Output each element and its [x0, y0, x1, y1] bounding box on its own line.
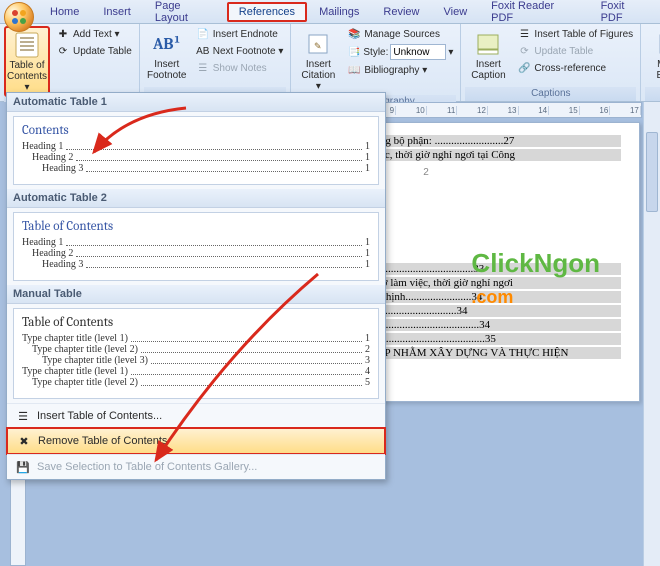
toc-gallery-dropdown: Automatic Table 1 ContentsHeading 11Headi…: [6, 92, 386, 480]
toc-section-auto2: Automatic Table 2: [7, 189, 385, 208]
toc-preview-card[interactable]: Table of ContentsType chapter title (lev…: [13, 308, 379, 399]
toc-preview-card[interactable]: ContentsHeading 11Heading 21Heading 31: [13, 116, 379, 185]
insert-citation-button[interactable]: ✎ InsertCitation ▾: [295, 26, 341, 95]
ribbon-tabs: HomeInsertPage LayoutReferencesMailingsR…: [0, 0, 660, 24]
tab-mailings[interactable]: Mailings: [307, 2, 371, 22]
toc-section-auto1: Automatic Table 1: [7, 93, 385, 112]
remove-toc-menuitem[interactable]: ✖Remove Table of Contents: [6, 427, 386, 455]
citation-style-select[interactable]: 📑Style:▾: [344, 43, 456, 61]
insert-toc-menuitem[interactable]: ☰Insert Table of Contents...: [7, 403, 385, 428]
citation-icon: ✎: [303, 29, 333, 59]
office-logo-icon: [10, 8, 28, 26]
svg-text:✎: ✎: [314, 41, 322, 51]
show-notes-icon: ☰: [196, 61, 210, 75]
cross-reference-button[interactable]: 🔗Cross-reference: [514, 60, 636, 76]
insert-footnote-label: InsertFootnote: [147, 59, 186, 81]
mark-entry-button[interactable]: MarkEntry: [645, 26, 660, 84]
style-input[interactable]: [390, 44, 446, 60]
group-toc: Table ofContents ▾ ✚Add Text ▾ ⟳Update T…: [0, 24, 140, 101]
tab-insert[interactable]: Insert: [91, 2, 143, 22]
insert-caption-button[interactable]: InsertCaption: [465, 26, 511, 84]
caption-icon: [473, 29, 503, 59]
footnote-icon: AB¹: [152, 29, 182, 59]
vertical-scrollbar[interactable]: [643, 102, 660, 566]
insert-tof-button[interactable]: ☰Insert Table of Figures: [514, 26, 636, 42]
insert-toc-menuitem-icon: ☰: [15, 408, 31, 424]
save-toc-gallery-menuitem: 💾Save Selection to Table of Contents Gal…: [7, 454, 385, 479]
group-index: MarkEntry: [641, 24, 660, 101]
show-notes-button[interactable]: ☰Show Notes: [193, 60, 287, 76]
bibliography-icon: 📖: [347, 63, 361, 77]
group-footnotes: AB¹ InsertFootnote 📄Insert Endnote ABNex…: [140, 24, 292, 101]
next-footnote-button[interactable]: ABNext Footnote ▾: [193, 43, 287, 59]
toc-preview-card[interactable]: Table of ContentsHeading 11Heading 21Hea…: [13, 212, 379, 281]
insert-footnote-button[interactable]: AB¹ InsertFootnote: [144, 26, 190, 84]
table-of-contents-button[interactable]: Table ofContents ▾: [4, 26, 50, 97]
manage-sources-icon: 📚: [347, 27, 361, 41]
remove-toc-menuitem-icon: ✖: [16, 433, 32, 449]
update-tof-icon: ⟳: [517, 44, 531, 58]
group-label-captions: Captions: [465, 87, 636, 101]
mark-entry-icon: [653, 29, 660, 59]
ribbon: Table ofContents ▾ ✚Add Text ▾ ⟳Update T…: [0, 24, 660, 102]
insert-citation-label: InsertCitation ▾: [298, 59, 338, 92]
crossref-icon: 🔗: [517, 61, 531, 75]
mark-entry-label: MarkEntry: [657, 59, 660, 81]
update-table-button[interactable]: ⟳Update Table: [53, 43, 135, 59]
insert-endnote-button[interactable]: 📄Insert Endnote: [193, 26, 287, 42]
update-tof-button[interactable]: ⟳Update Table: [514, 43, 636, 59]
scrollbar-thumb[interactable]: [646, 132, 658, 212]
toc-icon: [12, 30, 42, 60]
toc-section-manual: Manual Table: [7, 285, 385, 304]
tab-review[interactable]: Review: [371, 2, 431, 22]
tab-home[interactable]: Home: [38, 2, 91, 22]
bibliography-button[interactable]: 📖Bibliography ▾: [344, 62, 456, 78]
group-citations: ✎ InsertCitation ▾ 📚Manage Sources 📑Styl…: [291, 24, 461, 101]
manage-sources-button[interactable]: 📚Manage Sources: [344, 26, 456, 42]
toc-button-label: Table ofContents ▾: [7, 60, 47, 93]
office-button[interactable]: [4, 2, 34, 32]
style-icon: 📑: [347, 45, 361, 59]
add-text-button[interactable]: ✚Add Text ▾: [53, 26, 135, 42]
next-footnote-icon: AB: [196, 44, 210, 58]
tab-view[interactable]: View: [432, 2, 480, 22]
save-toc-gallery-menuitem-icon: 💾: [15, 459, 31, 475]
tof-icon: ☰: [517, 27, 531, 41]
tab-references[interactable]: References: [227, 2, 307, 22]
add-text-icon: ✚: [56, 27, 70, 41]
endnote-icon: 📄: [196, 27, 210, 41]
insert-caption-label: InsertCaption: [471, 59, 505, 81]
group-captions: InsertCaption ☰Insert Table of Figures ⟳…: [461, 24, 641, 101]
update-icon: ⟳: [56, 44, 70, 58]
